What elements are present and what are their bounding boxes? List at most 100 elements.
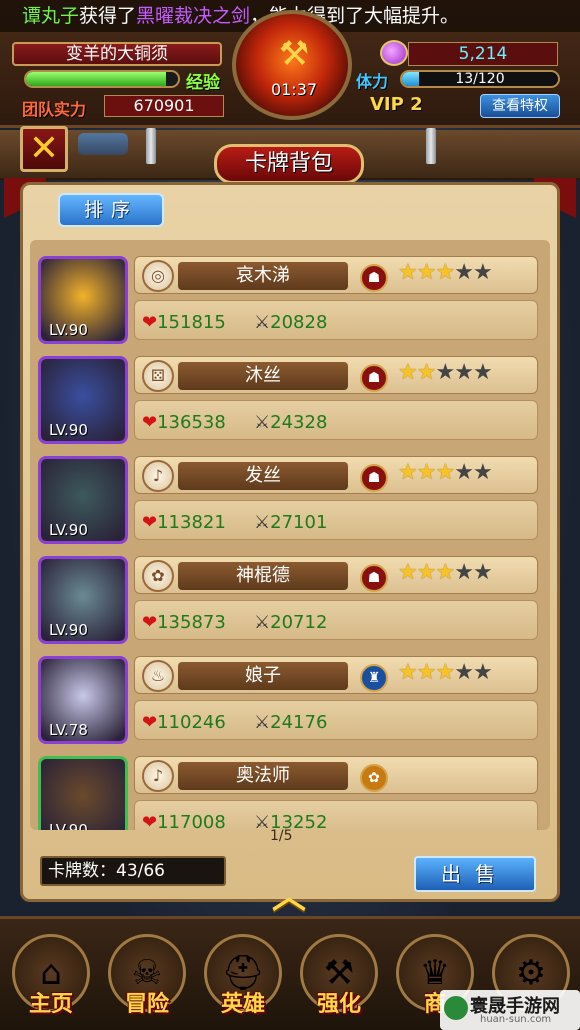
faction-icon: ♜ <box>360 664 388 692</box>
star-rating: ★★★★★ <box>398 560 493 585</box>
hidden-tab <box>78 133 128 155</box>
nav-helmet[interactable]: ⛑ 英雄 <box>200 934 286 1024</box>
faction-icon: ☗ <box>360 564 388 592</box>
hp-value: 135873 <box>157 612 226 633</box>
team-power-value: 670901 <box>104 95 224 117</box>
attack-stat: ⚔24328 <box>254 412 327 433</box>
sword-icon: ⚔ <box>254 312 271 333</box>
horde-icon: ⚒ <box>278 34 310 74</box>
nav-axe[interactable]: ⚒ 强化 <box>296 934 382 1024</box>
team-power-label: 团队实力 <box>22 100 87 119</box>
nav-label: 强化 <box>316 992 361 1017</box>
attack-stat: ⚔20712 <box>254 612 327 633</box>
sword-icon: ⚔ <box>254 612 271 633</box>
sword-icon: ⚔ <box>254 712 271 733</box>
ticker-text-1: 获得了 <box>79 5 137 27</box>
hero-level: LV.90 <box>49 621 88 639</box>
exp-fill <box>26 72 166 86</box>
hero-name: 发丝 <box>178 462 348 490</box>
star-rating: ★★★★★ <box>398 360 493 385</box>
site-watermark: 寰晟手游网 huan-sun.com <box>440 990 580 1030</box>
attack-value: 24176 <box>270 712 328 733</box>
card-count: 卡牌数：43/66 <box>40 856 226 886</box>
nav-label: 冒险 <box>124 992 169 1017</box>
hero-portrait[interactable]: LV.90 <box>38 456 128 544</box>
heart-icon: ❤ <box>142 312 158 333</box>
top-hud: 谭丸子获得了黑曜裁决之剑，能力得到了大幅提升。 变羊的大铜须 经验 团队实力 6… <box>0 0 580 128</box>
attack-stat: ⚔27101 <box>254 512 327 533</box>
hero-card[interactable]: LV.90 ♪ 奥法师 ✿ ❤117008 ⚔13252 <box>38 754 544 830</box>
exp-label: 经验 <box>186 73 220 93</box>
player-name[interactable]: 变羊的大铜须 <box>12 42 222 66</box>
hero-level: LV.90 <box>49 521 88 539</box>
hero-card[interactable]: LV.90 ♪ 发丝 ☗ ★★★★★ ❤113821 ⚔27101 <box>38 454 544 546</box>
attack-value: 20828 <box>270 312 328 333</box>
view-privileges-button[interactable]: 查看特权 <box>480 94 560 118</box>
class-icon: ♪ <box>142 460 174 492</box>
ticker-player: 谭丸子 <box>22 5 80 27</box>
hero-portrait[interactable]: LV.90 <box>38 556 128 644</box>
chevron-up-icon: ︿ <box>272 877 306 917</box>
hp-value: 136538 <box>157 412 226 433</box>
faction-icon: ☗ <box>360 264 388 292</box>
horde-emblem[interactable]: ⚒ <box>232 10 352 120</box>
hero-card[interactable]: LV.78 ♨ 娘子 ♜ ★★★★★ ❤110246 ⚔24176 <box>38 654 544 746</box>
hero-level: LV.78 <box>49 721 88 739</box>
sell-button[interactable]: 出售 <box>414 856 536 892</box>
nail-left <box>146 128 156 164</box>
sword-icon: ⚔ <box>254 512 271 533</box>
gem-count: 5,214 <box>408 42 558 66</box>
watermark-logo <box>444 996 468 1020</box>
stamina-value: 13/120 <box>455 71 505 87</box>
hero-portrait[interactable]: LV.90 <box>38 256 128 344</box>
game-screen: 谭丸子获得了黑曜裁决之剑，能力得到了大幅提升。 变羊的大铜须 经验 团队实力 6… <box>0 0 580 1030</box>
class-icon: ✿ <box>142 560 174 592</box>
ticker-item: 黑曜裁决之剑 <box>136 5 251 27</box>
stamina-label: 体力 <box>356 72 389 91</box>
hero-card[interactable]: LV.90 ✿ 神棍德 ☗ ★★★★★ ❤135873 ⚔20712 <box>38 554 544 646</box>
sword-icon: ⚔ <box>254 812 271 830</box>
hp-value: 110246 <box>157 712 226 733</box>
class-icon: ♪ <box>142 760 174 792</box>
star-rating: ★★★★★ <box>398 460 493 485</box>
close-button[interactable]: ✕ <box>20 126 68 172</box>
class-icon: ♨ <box>142 660 174 692</box>
sword-icon: ⚔ <box>254 412 271 433</box>
hero-portrait[interactable]: LV.78 <box>38 656 128 744</box>
attack-stat: ⚔20828 <box>254 312 327 333</box>
hero-name: 娘子 <box>178 662 348 690</box>
hero-card[interactable]: LV.90 ◎ 哀木涕 ☗ ★★★★★ ❤151815 ⚔20828 <box>38 254 544 346</box>
class-icon: ⚄ <box>142 360 174 392</box>
attack-value: 27101 <box>270 512 328 533</box>
collapse-menu-button[interactable]: ︿ <box>256 880 322 914</box>
hp-value: 151815 <box>157 312 226 333</box>
hero-portrait[interactable]: LV.90 <box>38 756 128 830</box>
hero-level: LV.90 <box>49 421 88 439</box>
hero-portrait[interactable]: LV.90 <box>38 356 128 444</box>
hp-stat: ❤151815 <box>142 312 226 333</box>
hero-card[interactable]: LV.90 ⚄ 沐丝 ☗ ★★★★★ ❤136538 ⚔24328 <box>38 354 544 446</box>
heart-icon: ❤ <box>142 412 158 433</box>
attack-stat: ⚔24176 <box>254 712 327 733</box>
page-indicator: 1/5 <box>270 828 293 844</box>
hero-avatar <box>41 759 125 830</box>
hp-stat: ❤135873 <box>142 612 226 633</box>
hero-name: 奥法师 <box>178 762 348 790</box>
attack-value: 24328 <box>270 412 328 433</box>
star-rating <box>398 760 538 788</box>
nav-skull[interactable]: ☠ 冒险 <box>104 934 190 1024</box>
nav-house[interactable]: ⌂ 主页 <box>8 934 94 1024</box>
panel-title: 卡牌背包 <box>214 144 364 184</box>
sort-button[interactable]: 排序 <box>58 193 164 227</box>
nail-right <box>426 128 436 164</box>
hp-value: 117008 <box>157 812 226 830</box>
hp-value: 113821 <box>157 512 226 533</box>
heart-icon: ❤ <box>142 612 158 633</box>
class-icon: ◎ <box>142 260 174 292</box>
faction-icon: ☗ <box>360 464 388 492</box>
hero-name: 神棍德 <box>178 562 348 590</box>
hp-stat: ❤117008 <box>142 812 226 830</box>
stamina-timer: 01:37 <box>270 80 318 99</box>
hero-name: 沐丝 <box>178 362 348 390</box>
card-list[interactable]: LV.90 ◎ 哀木涕 ☗ ★★★★★ ❤151815 ⚔20828 LV.90 ⚄ 沐丝 ☗ ★★★… <box>30 240 550 830</box>
